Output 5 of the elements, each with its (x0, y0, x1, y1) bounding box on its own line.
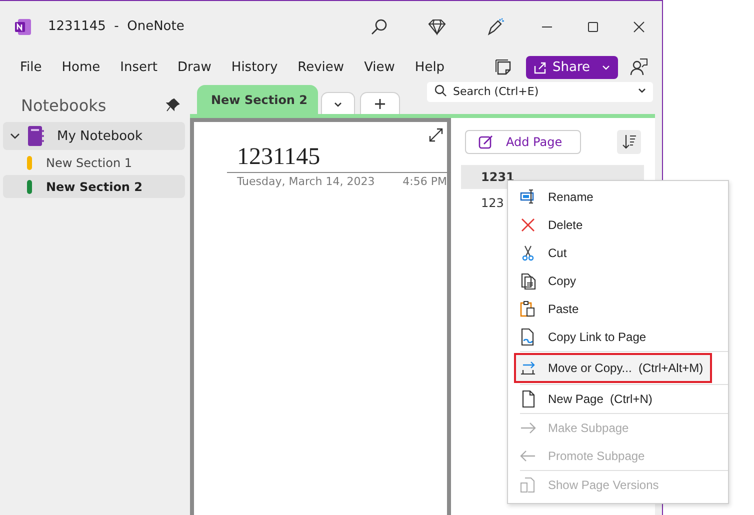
pane-title: Notebooks (21, 96, 108, 114)
page-title: 1231145 (237, 143, 322, 172)
page-time: 4:56 PM (402, 175, 447, 188)
window-title: 1231145 - OneNote (48, 19, 184, 34)
page-date: Tuesday, March 14, 2023 (237, 175, 375, 188)
